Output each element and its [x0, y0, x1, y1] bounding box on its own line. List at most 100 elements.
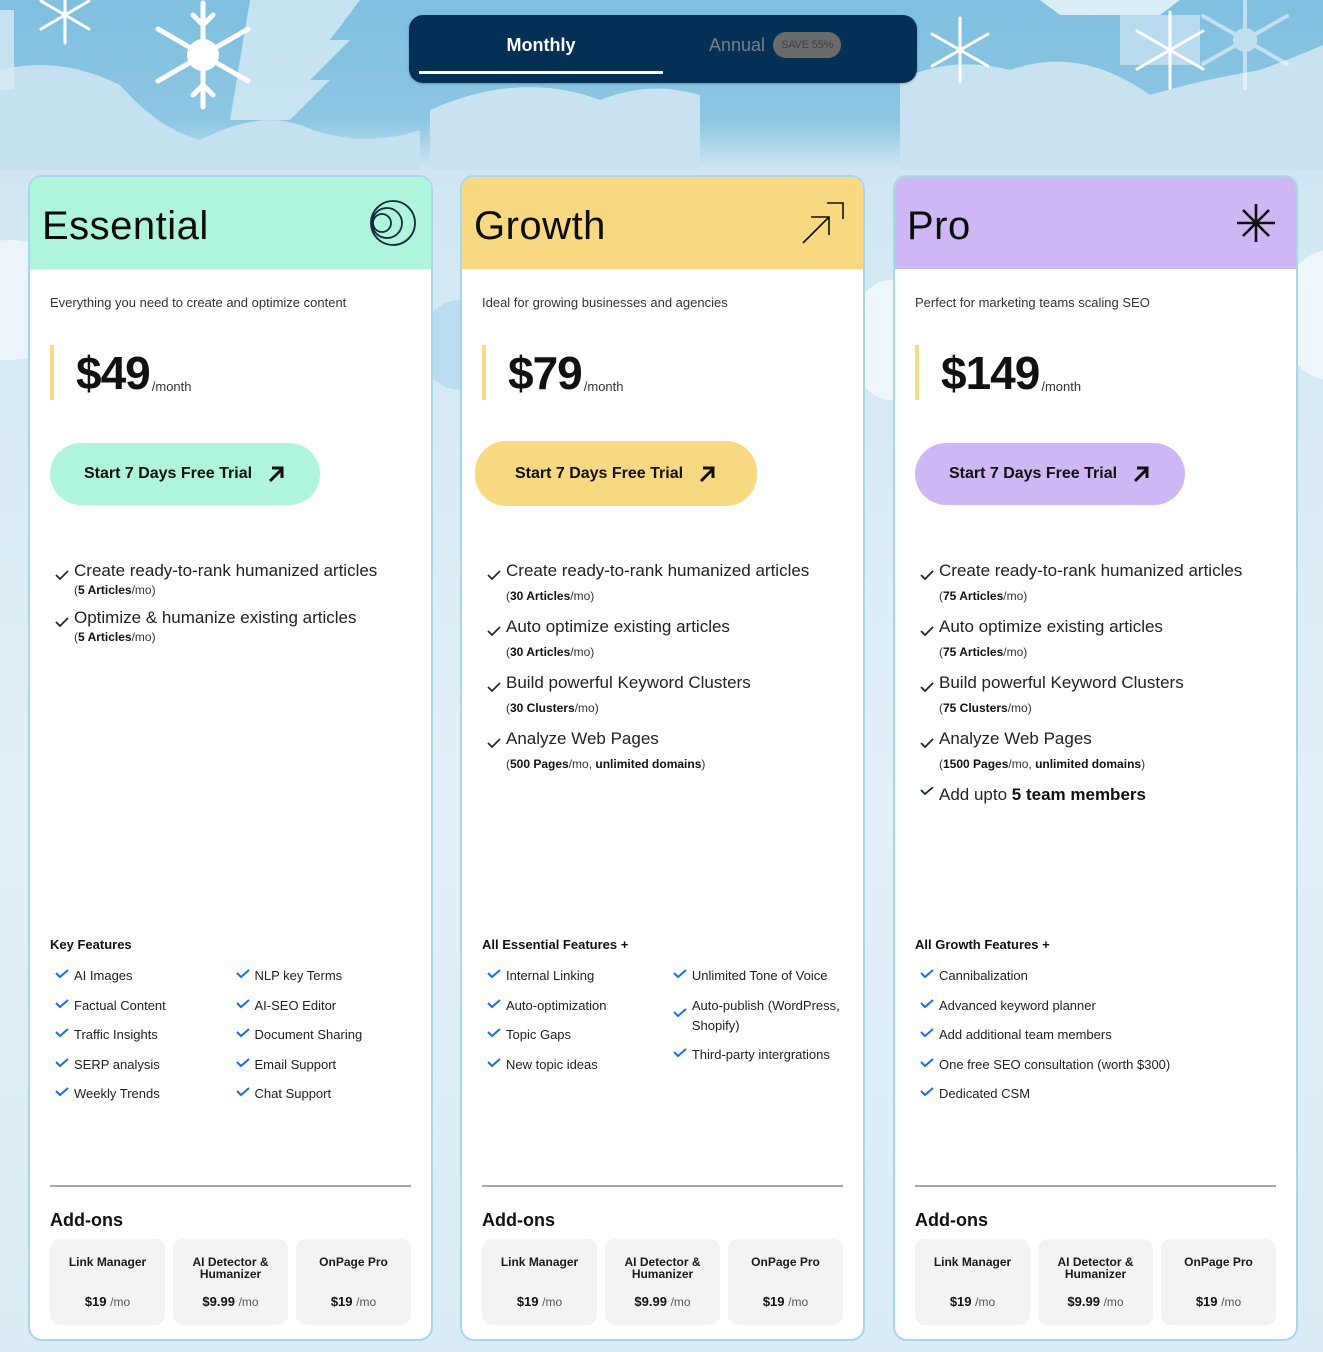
key-features-column: AI Images Factual Content Traffic Insigh…	[50, 966, 231, 1114]
check-icon	[673, 1048, 687, 1058]
check-icon	[920, 570, 934, 580]
addon-price: $9.99 /mo	[634, 1294, 691, 1309]
main-feature-limit: (1500 Pages/mo, unlimited domains)	[939, 757, 1146, 771]
key-feature-item: Auto-publish (WordPress, Shopify)	[668, 996, 843, 1036]
addon-price: $19 /mo	[762, 1294, 809, 1309]
key-feature-item: AI-SEO Editor	[231, 996, 412, 1016]
addon-name: OnPage Pro	[1184, 1255, 1253, 1269]
key-feature-item: Cannibalization	[915, 966, 1275, 986]
check-icon	[920, 998, 934, 1008]
addon-card-link-manager[interactable]: Link Manager $19 /mo	[915, 1239, 1030, 1325]
key-feature-item: Document Sharing	[231, 1025, 412, 1045]
start-trial-label: Start 7 Days Free Trial	[514, 464, 684, 482]
check-icon	[920, 682, 934, 692]
save-badge: SAVE 55%	[773, 32, 842, 58]
addon-price: $19 /mo	[84, 1294, 131, 1309]
addon-card-link-manager[interactable]: Link Manager $19 /mo	[482, 1239, 597, 1325]
addon-price: $19 /mo	[516, 1294, 563, 1309]
price-block: $49 /month	[50, 345, 192, 400]
main-feature-item: Create ready-to-rank humanized articles …	[50, 560, 411, 598]
key-features-section: All Essential Features + Internal Linkin…	[482, 937, 843, 1084]
check-icon	[55, 969, 69, 979]
main-feature-title: Auto optimize existing articles	[506, 617, 730, 636]
main-feature-limit: (30 Clusters/mo)	[506, 701, 599, 715]
main-feature-item: Analyze Web Pages (500 Pages/mo, unlimit…	[482, 728, 843, 772]
plan-price: $149	[941, 347, 1040, 399]
key-feature-item: Third-party intergrations	[668, 1045, 843, 1065]
key-features-section: All Growth Features + Cannibalization Ad…	[915, 937, 1276, 1114]
key-features-heading: All Essential Features +	[482, 937, 629, 952]
check-icon	[55, 1028, 69, 1038]
main-feature-item-team: Add upto 5 team members	[915, 784, 1276, 806]
key-feature-item: One free SEO consultation (worth $300)	[915, 1055, 1275, 1075]
key-feature-item: NLP key Terms	[231, 966, 412, 986]
addon-card-ai-detector[interactable]: AI Detector & Humanizer $9.99 /mo	[173, 1239, 288, 1325]
key-feature-item: Auto-optimization	[482, 996, 668, 1016]
addon-card-onpage-pro[interactable]: OnPage Pro $19 /mo	[296, 1239, 411, 1325]
addons-heading: Add-ons	[482, 1210, 555, 1230]
check-icon	[920, 787, 934, 796]
key-features-column: Unlimited Tone of Voice Auto-publish (Wo…	[668, 966, 843, 1084]
addon-price: $19 /mo	[949, 1294, 996, 1309]
tab-annual[interactable]: Annual SAVE 55%	[709, 15, 842, 75]
addon-card-ai-detector[interactable]: AI Detector & Humanizer $9.99 /mo	[1038, 1239, 1153, 1325]
check-icon	[55, 998, 69, 1008]
start-trial-button[interactable]: Start 7 Days Free Trial	[915, 443, 1185, 505]
tab-annual-label: Annual	[709, 34, 766, 55]
check-icon	[487, 570, 501, 580]
start-trial-button[interactable]: Start 7 Days Free Trial	[50, 443, 320, 505]
addon-name: OnPage Pro	[319, 1255, 388, 1269]
snowflake-icon	[155, 0, 251, 110]
key-features-heading: All Growth Features +	[915, 937, 1050, 952]
addon-card-link-manager[interactable]: Link Manager $19 /mo	[50, 1239, 165, 1325]
main-feature-title: Build powerful Keyword Clusters	[506, 673, 751, 692]
check-icon	[235, 969, 250, 979]
check-icon	[235, 998, 250, 1008]
key-feature-item: Advanced keyword planner	[915, 996, 1275, 1016]
arrow-up-right-icon	[268, 466, 284, 483]
addon-card-ai-detector[interactable]: AI Detector & Humanizer $9.99 /mo	[605, 1239, 720, 1325]
main-features-list: Create ready-to-rank humanized articles …	[482, 560, 843, 772]
addon-name: AI Detector & Humanizer	[1057, 1255, 1134, 1281]
plan-card-pro: Pro Perfect for marketing teams scaling …	[893, 175, 1298, 1341]
addon-price: $19 /mo	[330, 1294, 377, 1309]
main-feature-item: Build powerful Keyword Clusters (75 Clus…	[915, 672, 1276, 716]
main-feature-title: Create ready-to-rank humanized articles	[506, 561, 810, 580]
addons-heading: Add-ons	[50, 1210, 123, 1230]
main-feature-item: Auto optimize existing articles (30 Arti…	[482, 616, 843, 660]
main-features-list: Create ready-to-rank humanized articles …	[915, 560, 1276, 806]
check-icon	[673, 1007, 687, 1017]
check-icon	[487, 969, 501, 979]
plan-price: $79	[508, 347, 583, 399]
key-feature-item: Topic Gaps	[482, 1025, 668, 1045]
snowflake-icon	[1135, 10, 1205, 90]
start-trial-label: Start 7 Days Free Trial	[83, 465, 253, 482]
key-features-column: Internal Linking Auto-optimization Topic…	[482, 966, 668, 1084]
tab-monthly[interactable]: Monthly	[419, 15, 663, 75]
main-feature-item: Create ready-to-rank humanized articles …	[915, 560, 1276, 604]
check-icon	[920, 1028, 934, 1038]
check-icon	[235, 1087, 250, 1097]
addon-card-onpage-pro[interactable]: OnPage Pro $19 /mo	[728, 1239, 843, 1325]
check-icon	[920, 1087, 934, 1097]
check-icon	[920, 626, 934, 636]
check-icon	[235, 1057, 250, 1067]
addon-name: AI Detector & Humanizer	[624, 1255, 701, 1281]
price-accent-bar	[915, 345, 919, 400]
addon-card-onpage-pro[interactable]: OnPage Pro $19 /mo	[1161, 1239, 1276, 1325]
snowflake-icon	[39, 0, 91, 45]
plan-card-growth: Growth Ideal for growing businesses and …	[460, 175, 865, 1341]
price-period: /month	[151, 379, 192, 394]
check-icon	[487, 682, 501, 692]
key-feature-item: SERP analysis	[50, 1055, 231, 1075]
check-icon	[920, 738, 934, 748]
arrow-up-right-icon	[1133, 466, 1149, 483]
billing-period-toggle: Monthly Annual SAVE 55%	[409, 15, 917, 83]
section-divider	[915, 1185, 1276, 1187]
active-tab-indicator	[419, 71, 663, 74]
main-feature-limit: (75 Articles/mo)	[939, 589, 1028, 603]
check-icon	[920, 969, 934, 979]
snowflake-icon	[930, 16, 990, 84]
start-trial-button[interactable]: Start 7 Days Free Trial	[475, 441, 757, 506]
section-divider	[482, 1185, 843, 1187]
